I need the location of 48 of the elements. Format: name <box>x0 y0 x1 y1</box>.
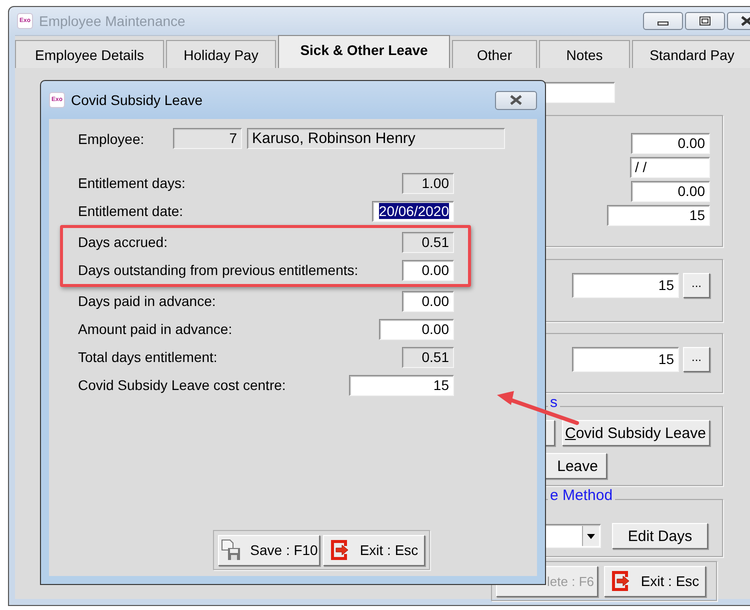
input-field[interactable]: 15 <box>349 374 454 396</box>
field-label: Entitlement date: <box>78 203 184 219</box>
tab[interactable]: Notes <box>539 40 630 68</box>
input-field: 1.00 <box>402 172 454 194</box>
employee-name-field: Karuso, Robinson Henry <box>247 128 505 149</box>
field-label: Days paid in advance: <box>78 293 216 309</box>
caret-icon <box>582 526 599 546</box>
close-button[interactable] <box>495 90 537 110</box>
input-field[interactable]: 15 <box>572 347 679 372</box>
dialog-button[interactable]: Exit : Esc <box>323 534 425 566</box>
field-label: Amount paid in advance: <box>78 321 232 337</box>
footer-button[interactable]: Exit : Esc <box>604 566 706 596</box>
field-label: Covid Subsidy Leave cost centre: <box>78 377 286 393</box>
close-icon <box>509 95 523 105</box>
tab[interactable]: Sick & Other Leave <box>278 35 450 68</box>
close-icon <box>740 16 750 26</box>
input-field[interactable]: 0.00 <box>631 133 710 154</box>
tab[interactable]: Holiday Pay <box>166 40 276 68</box>
save-icon <box>220 539 242 561</box>
input-field[interactable]: 0.00 <box>379 318 454 340</box>
field-label: Total days entitlement: <box>78 349 218 365</box>
tab[interactable]: Employee Details <box>15 40 164 68</box>
input-field[interactable]: 20/06/2020 <box>372 200 454 222</box>
input-field[interactable]: 0.00 <box>631 181 710 202</box>
field-label: Entitlement days: <box>78 175 186 191</box>
restore-button[interactable] <box>685 12 725 30</box>
browse-button[interactable]: ... <box>683 347 710 372</box>
field-label: Employee: <box>78 130 146 146</box>
dialog-title: Covid Subsidy Leave <box>71 92 203 108</box>
employee-number-field: 7 <box>173 128 242 149</box>
minimize-button[interactable] <box>643 12 683 30</box>
leave-button[interactable]: Covid Subsidy Leave <box>562 420 710 446</box>
restore-icon <box>699 16 711 26</box>
input-field[interactable]: 15 <box>572 273 679 298</box>
browse-button[interactable]: ... <box>683 273 710 298</box>
input-field[interactable]: 0.00 <box>402 260 454 280</box>
edit-days-button[interactable]: Edit Days <box>612 523 708 549</box>
input-field[interactable]: 15 <box>607 205 710 226</box>
tab[interactable]: Standard Pay <box>632 40 750 68</box>
tab[interactable]: Other <box>452 40 537 68</box>
field-label: Days accrued: <box>78 234 168 250</box>
window-title: Employee Maintenance <box>39 13 186 29</box>
input-field[interactable]: / / <box>630 157 710 178</box>
field-label: Days outstanding from previous entitlements: <box>78 262 358 278</box>
input-field[interactable]: 0.00 <box>402 290 454 312</box>
dialog-button[interactable]: Save : F10 <box>218 534 320 566</box>
input-field: 0.51 <box>402 232 454 252</box>
input-field: 0.51 <box>402 346 454 368</box>
